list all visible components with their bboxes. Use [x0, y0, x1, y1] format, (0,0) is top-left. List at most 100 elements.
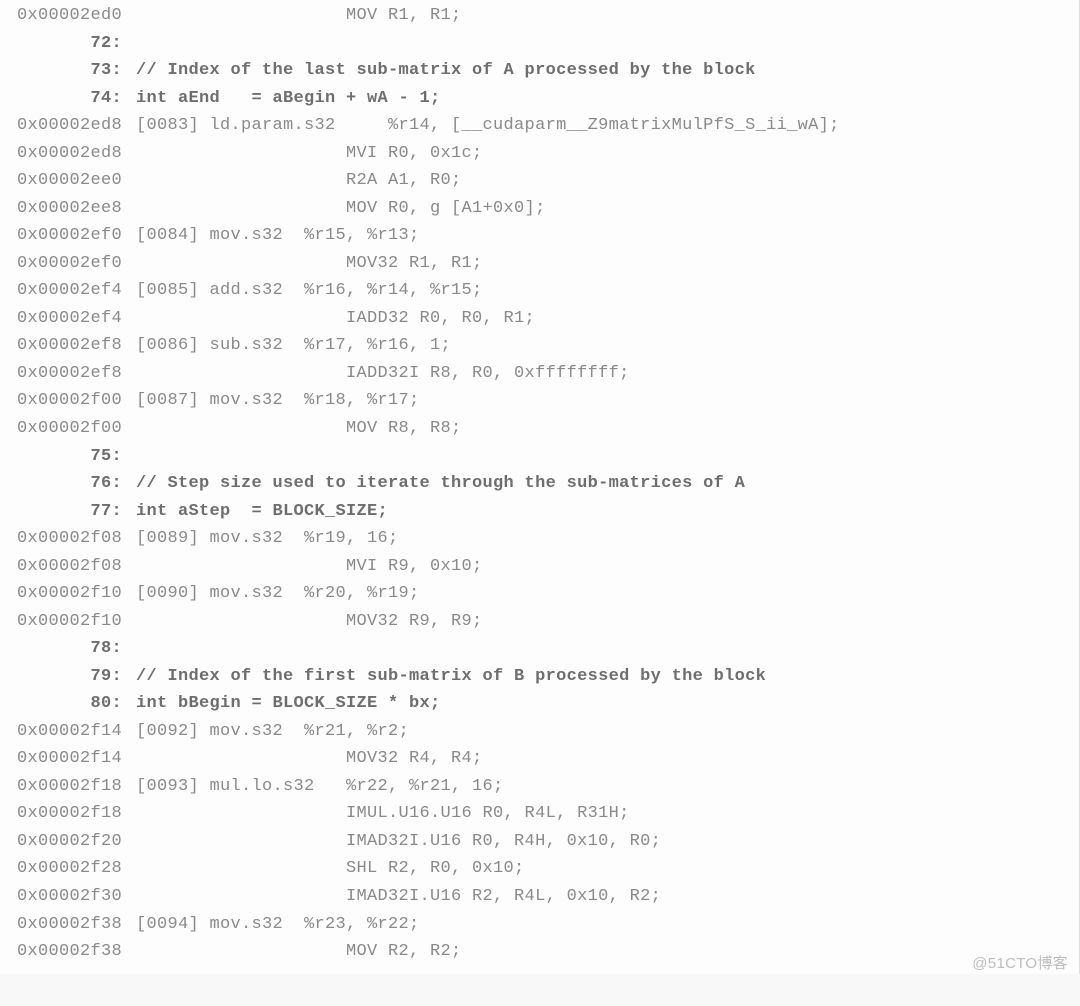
- code-text: MVI R9, 0x10;: [132, 553, 1079, 581]
- address-label: 0x00002ef4: [0, 305, 132, 333]
- code-row: 75:: [0, 443, 1079, 471]
- address-label: 0x00002f10: [0, 580, 132, 608]
- address-label: 0x00002ef0: [0, 222, 132, 250]
- code-text: [0090] mov.s32 %r20, %r19;: [132, 580, 1079, 608]
- code-row: 0x00002ef8[0086] sub.s32 %r17, %r16, 1;: [0, 332, 1079, 360]
- code-row: 0x00002ee0 R2A A1, R0;: [0, 167, 1079, 195]
- code-row: 0x00002f38[0094] mov.s32 %r23, %r22;: [0, 911, 1079, 939]
- code-text: MOV32 R1, R1;: [132, 250, 1079, 278]
- address-label: 0x00002f14: [0, 718, 132, 746]
- code-row: 0x00002f10 MOV32 R9, R9;: [0, 608, 1079, 636]
- line-number: 74:: [0, 85, 132, 113]
- code-text: IADD32 R0, R0, R1;: [132, 305, 1079, 333]
- code-row: 0x00002f08 MVI R9, 0x10;: [0, 553, 1079, 581]
- address-label: 0x00002f00: [0, 387, 132, 415]
- address-label: 0x00002f00: [0, 415, 132, 443]
- address-label: 0x00002f10: [0, 608, 132, 636]
- line-number: 76:: [0, 470, 132, 498]
- code-text: [0087] mov.s32 %r18, %r17;: [132, 387, 1079, 415]
- code-row: 0x00002f00[0087] mov.s32 %r18, %r17;: [0, 387, 1079, 415]
- address-label: 0x00002ed8: [0, 112, 132, 140]
- address-label: 0x00002ef4: [0, 277, 132, 305]
- code-text: [0094] mov.s32 %r23, %r22;: [132, 911, 1079, 939]
- code-text: [0086] sub.s32 %r17, %r16, 1;: [132, 332, 1079, 360]
- code-row: 78:: [0, 635, 1079, 663]
- line-number: 78:: [0, 635, 132, 663]
- code-text: MVI R0, 0x1c;: [132, 140, 1079, 168]
- code-row: 0x00002f14[0092] mov.s32 %r21, %r2;: [0, 718, 1079, 746]
- code-text: MOV R8, R8;: [132, 415, 1079, 443]
- code-row: 0x00002ef4[0085] add.s32 %r16, %r14, %r1…: [0, 277, 1079, 305]
- code-text: MOV32 R9, R9;: [132, 608, 1079, 636]
- code-text: [0093] mul.lo.s32 %r22, %r21, 16;: [132, 773, 1079, 801]
- code-text: [0089] mov.s32 %r19, 16;: [132, 525, 1079, 553]
- line-number: 75:: [0, 443, 132, 471]
- address-label: 0x00002f20: [0, 828, 132, 856]
- address-label: 0x00002f28: [0, 855, 132, 883]
- address-label: 0x00002ed8: [0, 140, 132, 168]
- address-label: 0x00002ee0: [0, 167, 132, 195]
- code-text: [132, 30, 1079, 58]
- code-row: 0x00002ef4 IADD32 R0, R0, R1;: [0, 305, 1079, 333]
- code-row: 76:// Step size used to iterate through …: [0, 470, 1079, 498]
- code-text: int aEnd = aBegin + wA - 1;: [132, 85, 1079, 113]
- code-row: 79:// Index of the first sub-matrix of B…: [0, 663, 1079, 691]
- code-row: 0x00002f18[0093] mul.lo.s32 %r22, %r21, …: [0, 773, 1079, 801]
- code-text: MOV32 R4, R4;: [132, 745, 1079, 773]
- address-label: 0x00002ee8: [0, 195, 132, 223]
- code-row: 0x00002ed0 MOV R1, R1;: [0, 2, 1079, 30]
- code-row: 0x00002ee8 MOV R0, g [A1+0x0];: [0, 195, 1079, 223]
- address-label: 0x00002ed0: [0, 2, 132, 30]
- code-text: [132, 443, 1079, 471]
- address-label: 0x00002ef0: [0, 250, 132, 278]
- address-label: 0x00002f14: [0, 745, 132, 773]
- code-row: 0x00002f18 IMUL.U16.U16 R0, R4L, R31H;: [0, 800, 1079, 828]
- code-row: 0x00002f00 MOV R8, R8;: [0, 415, 1079, 443]
- code-row: 0x00002f08[0089] mov.s32 %r19, 16;: [0, 525, 1079, 553]
- address-label: 0x00002f08: [0, 553, 132, 581]
- code-text: [0092] mov.s32 %r21, %r2;: [132, 718, 1079, 746]
- address-label: 0x00002ef8: [0, 332, 132, 360]
- address-label: 0x00002f18: [0, 773, 132, 801]
- code-text: [132, 635, 1079, 663]
- line-number: 73:: [0, 57, 132, 85]
- code-row: 80:int bBegin = BLOCK_SIZE * bx;: [0, 690, 1079, 718]
- code-text: MOV R0, g [A1+0x0];: [132, 195, 1079, 223]
- code-text: IMAD32I.U16 R2, R4L, 0x10, R2;: [132, 883, 1079, 911]
- code-text: // Index of the first sub-matrix of B pr…: [132, 663, 1079, 691]
- code-text: IMUL.U16.U16 R0, R4L, R31H;: [132, 800, 1079, 828]
- code-text: IADD32I R8, R0, 0xffffffff;: [132, 360, 1079, 388]
- address-label: 0x00002f38: [0, 911, 132, 939]
- code-row: 0x00002ed8[0083] ld.param.s32 %r14, [__c…: [0, 112, 1079, 140]
- code-row: 0x00002ef8 IADD32I R8, R0, 0xffffffff;: [0, 360, 1079, 388]
- code-text: int aStep = BLOCK_SIZE;: [132, 498, 1079, 526]
- code-text: [0085] add.s32 %r16, %r14, %r15;: [132, 277, 1079, 305]
- line-number: 77:: [0, 498, 132, 526]
- disassembly-listing: 0x00002ed0 MOV R1, R1;72:73:// Index of …: [0, 0, 1080, 974]
- code-text: SHL R2, R0, 0x10;: [132, 855, 1079, 883]
- code-row: 73:// Index of the last sub-matrix of A …: [0, 57, 1079, 85]
- code-text: int bBegin = BLOCK_SIZE * bx;: [132, 690, 1079, 718]
- code-text: R2A A1, R0;: [132, 167, 1079, 195]
- address-label: 0x00002ef8: [0, 360, 132, 388]
- watermark-text: @51CTO博客: [0, 952, 1080, 976]
- code-text: // Index of the last sub-matrix of A pro…: [132, 57, 1079, 85]
- line-number: 79:: [0, 663, 132, 691]
- code-row: 0x00002f10[0090] mov.s32 %r20, %r19;: [0, 580, 1079, 608]
- address-label: 0x00002f18: [0, 800, 132, 828]
- code-row: 0x00002ef0 MOV32 R1, R1;: [0, 250, 1079, 278]
- code-row: 0x00002ef0[0084] mov.s32 %r15, %r13;: [0, 222, 1079, 250]
- code-row: 0x00002ed8 MVI R0, 0x1c;: [0, 140, 1079, 168]
- code-row: 0x00002f20 IMAD32I.U16 R0, R4H, 0x10, R0…: [0, 828, 1079, 856]
- line-number: 80:: [0, 690, 132, 718]
- code-text: IMAD32I.U16 R0, R4H, 0x10, R0;: [132, 828, 1079, 856]
- code-text: MOV R1, R1;: [132, 2, 1079, 30]
- address-label: 0x00002f08: [0, 525, 132, 553]
- code-text: [0083] ld.param.s32 %r14, [__cudaparm__Z…: [132, 112, 1079, 140]
- code-row: 74:int aEnd = aBegin + wA - 1;: [0, 85, 1079, 113]
- code-row: 0x00002f14 MOV32 R4, R4;: [0, 745, 1079, 773]
- address-label: 0x00002f30: [0, 883, 132, 911]
- code-row: 77:int aStep = BLOCK_SIZE;: [0, 498, 1079, 526]
- code-text: [0084] mov.s32 %r15, %r13;: [132, 222, 1079, 250]
- line-number: 72:: [0, 30, 132, 58]
